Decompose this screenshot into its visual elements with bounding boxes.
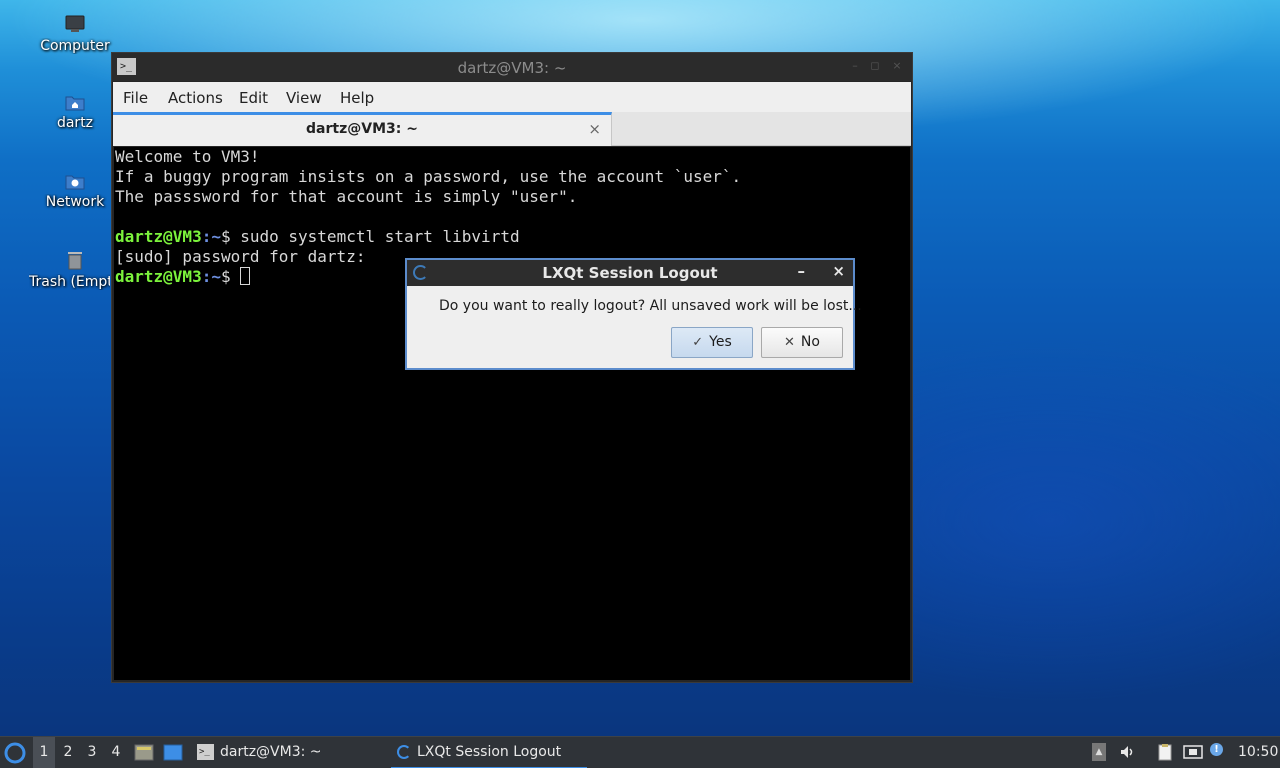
checkmark-icon: ✓ bbox=[692, 335, 704, 350]
workspace-2[interactable]: 2 bbox=[57, 737, 79, 768]
tab-bar: dartz@VM3: ~ × bbox=[113, 112, 911, 146]
task-terminal[interactable]: >_ dartz@VM3: ~ bbox=[194, 737, 384, 768]
yes-button[interactable]: ✓ Yes bbox=[671, 327, 753, 358]
task-logout-dialog[interactable]: LXQt Session Logout bbox=[391, 737, 587, 768]
network-icon[interactable] bbox=[1183, 743, 1203, 761]
desktop-icon-computer[interactable]: Computer bbox=[35, 14, 115, 54]
logout-dialog[interactable]: LXQt Session Logout – × Do you want to r… bbox=[405, 258, 862, 370]
network-folder-icon bbox=[65, 175, 85, 190]
task-label: LXQt Session Logout bbox=[417, 744, 562, 760]
menu-edit[interactable]: Edit bbox=[239, 89, 268, 107]
desktop-icon-home[interactable]: dartz bbox=[35, 93, 115, 131]
prompt-user: dartz@VM3 bbox=[115, 227, 202, 246]
menu-file[interactable]: File bbox=[123, 89, 148, 107]
taskbar: 1 2 3 4 >_ dartz@VM3: ~ LXQt Session Log… bbox=[0, 736, 1280, 768]
lxqt-logo-icon bbox=[4, 742, 26, 764]
file-manager-launcher[interactable] bbox=[134, 737, 156, 768]
terminal-titlebar[interactable]: >_ dartz@VM3: ~ – ◻ × bbox=[112, 53, 912, 81]
menu-bar: File Actions Edit View Help bbox=[113, 82, 911, 112]
yes-label: Yes bbox=[709, 334, 732, 350]
no-label: No bbox=[800, 334, 820, 350]
dialog-message: Do you want to really logout? All unsave… bbox=[439, 298, 862, 314]
prompt-path: :~ bbox=[201, 227, 221, 246]
dialog-minimize-icon[interactable]: – bbox=[798, 262, 806, 280]
task-label: dartz@VM3: ~ bbox=[220, 744, 322, 760]
terminal-cursor[interactable] bbox=[240, 267, 251, 285]
close-icon[interactable]: × bbox=[890, 59, 904, 73]
tray-arrow-icon[interactable]: ▲ bbox=[1092, 743, 1106, 761]
desktop-icon-network[interactable]: Network bbox=[35, 172, 115, 210]
menu-help[interactable]: Help bbox=[340, 89, 374, 107]
menu-view[interactable]: View bbox=[286, 89, 322, 107]
workspace-4[interactable]: 4 bbox=[105, 737, 127, 768]
terminal-command: sudo systemctl start libvirtd bbox=[240, 227, 520, 246]
notification-icon[interactable]: ! bbox=[1210, 743, 1223, 756]
dialog-titlebar[interactable]: LXQt Session Logout – × bbox=[407, 260, 853, 286]
desktop-icon-label: Trash (Empty) bbox=[29, 274, 110, 290]
terminal-icon: >_ bbox=[197, 744, 214, 760]
volume-icon[interactable] bbox=[1119, 743, 1137, 761]
desktop-launcher[interactable] bbox=[163, 737, 185, 768]
prompt-path: :~ bbox=[201, 267, 221, 286]
clock[interactable]: 10:50 bbox=[1238, 737, 1278, 768]
prompt-user: dartz@VM3 bbox=[115, 267, 202, 286]
prompt-symbol: $ bbox=[220, 267, 241, 286]
home-folder-icon bbox=[65, 96, 85, 111]
terminal-command-line: dartz@VM3:~$ sudo systemctl start libvir… bbox=[115, 227, 909, 247]
maximize-icon[interactable]: ◻ bbox=[868, 59, 882, 73]
terminal-line: The passsword for that account is simply… bbox=[115, 187, 578, 206]
terminal-output[interactable]: Welcome to VM3! If a buggy program insis… bbox=[114, 147, 910, 680]
window-title: dartz@VM3: ~ bbox=[457, 59, 567, 77]
show-desktop-icon bbox=[163, 744, 183, 761]
start-menu-button[interactable] bbox=[4, 737, 28, 768]
prompt-symbol: $ bbox=[220, 227, 241, 246]
dialog-close-icon[interactable]: × bbox=[832, 262, 845, 280]
terminal-line: If a buggy program insists on a password… bbox=[115, 167, 742, 186]
menu-actions[interactable]: Actions bbox=[168, 89, 223, 107]
dialog-title: LXQt Session Logout bbox=[542, 264, 718, 282]
tab-terminal[interactable]: dartz@VM3: ~ × bbox=[113, 112, 612, 146]
trash-icon bbox=[68, 252, 82, 270]
x-icon: ✕ bbox=[784, 335, 795, 350]
desktop-icon-label: Computer bbox=[40, 38, 110, 54]
terminal-line: Welcome to VM3! bbox=[115, 147, 260, 166]
workspace-3[interactable]: 3 bbox=[81, 737, 103, 768]
minimize-icon[interactable]: – bbox=[848, 59, 862, 73]
lxqt-icon bbox=[397, 745, 411, 759]
file-manager-icon bbox=[134, 744, 154, 761]
clipboard-icon[interactable] bbox=[1156, 743, 1174, 761]
tab-label: dartz@VM3: ~ bbox=[306, 121, 418, 137]
desktop-icon-label: dartz bbox=[56, 115, 94, 131]
computer-icon bbox=[65, 15, 85, 32]
no-button[interactable]: ✕ No bbox=[761, 327, 843, 358]
workspace-1[interactable]: 1 bbox=[33, 737, 55, 768]
desktop-icon-trash[interactable]: Trash (Empty) bbox=[29, 250, 110, 290]
desktop-icon-label: Network bbox=[45, 194, 105, 210]
tab-close-icon[interactable]: × bbox=[588, 120, 601, 138]
